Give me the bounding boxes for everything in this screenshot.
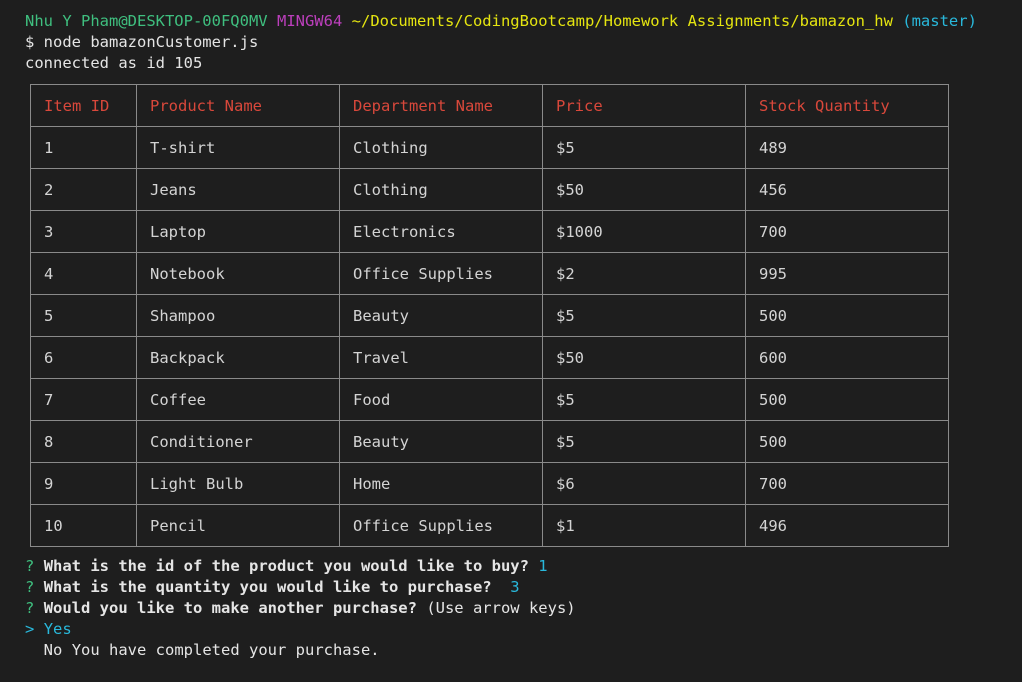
cell-stock-quantity: 500 (745, 294, 949, 337)
table-header-row: Item ID Product Name Department Name Pri… (30, 84, 949, 127)
answer-quantity: 3 (510, 578, 520, 596)
cell-price: $1 (542, 504, 746, 547)
question-mark: ? (25, 578, 35, 596)
question-text: Would you like to make another purchase? (43, 599, 417, 617)
table-row: 10 Pencil Office Supplies $1 496 (30, 504, 949, 547)
choice-yes-label[interactable]: Yes (44, 620, 72, 638)
cell-department-name: Food (339, 378, 543, 421)
table-row: 8 Conditioner Beauty $5 500 (30, 420, 949, 463)
cell-price: $5 (542, 378, 746, 421)
cell-product-name: T-shirt (136, 126, 340, 169)
cell-item-id: 9 (30, 462, 137, 505)
cell-item-id: 1 (30, 126, 137, 169)
shell-prompt: Nhu Y Pham@DESKTOP-00FQ0MV MINGW64 ~/Doc… (25, 11, 1012, 32)
table-row: 5 Shampoo Beauty $5 500 (30, 294, 949, 337)
table-row: 2 Jeans Clothing $50 456 (30, 168, 949, 211)
table-row: 4 Notebook Office Supplies $2 995 (30, 252, 949, 295)
terminal-output: Nhu Y Pham@DESKTOP-00FQ0MV MINGW64 ~/Doc… (25, 11, 1012, 661)
cell-product-name: Shampoo (136, 294, 340, 337)
cell-stock-quantity: 489 (745, 126, 949, 169)
cell-product-name: Laptop (136, 210, 340, 253)
prompt-branch: (master) (902, 12, 977, 30)
table-row: 6 Backpack Travel $50 600 (30, 336, 949, 379)
cell-department-name: Beauty (339, 420, 543, 463)
header-product-name: Product Name (136, 84, 340, 127)
cell-item-id: 3 (30, 210, 137, 253)
cell-price: $5 (542, 294, 746, 337)
cell-price: $5 (542, 420, 746, 463)
products-table: Item ID Product Name Department Name Pri… (30, 84, 949, 547)
cell-item-id: 5 (30, 294, 137, 337)
command-line: $ node bamazonCustomer.js (25, 33, 259, 51)
choice-pointer-icon: > (25, 620, 35, 638)
choice-no-label[interactable]: No (44, 641, 63, 659)
cell-stock-quantity: 456 (745, 168, 949, 211)
cell-stock-quantity: 700 (745, 462, 949, 505)
question-hint: (Use arrow keys) (426, 599, 576, 617)
cell-price: $2 (542, 252, 746, 295)
cell-item-id: 10 (30, 504, 137, 547)
cell-price: $5 (542, 126, 746, 169)
question-mark: ? (25, 599, 35, 617)
cell-department-name: Office Supplies (339, 252, 543, 295)
question-quantity: ? What is the quantity you would like to… (25, 577, 1012, 598)
cell-price: $6 (542, 462, 746, 505)
cell-stock-quantity: 600 (745, 336, 949, 379)
cell-stock-quantity: 700 (745, 210, 949, 253)
cell-department-name: Travel (339, 336, 543, 379)
cell-department-name: Office Supplies (339, 504, 543, 547)
header-department-name: Department Name (339, 84, 543, 127)
prompt-system: MINGW64 (276, 12, 343, 30)
completion-message: You have completed your purchase. (71, 641, 380, 659)
cell-item-id: 6 (30, 336, 137, 379)
cell-stock-quantity: 496 (745, 504, 949, 547)
prompt-user-host: Nhu Y Pham@DESKTOP-00FQ0MV (25, 12, 268, 30)
table-row: 1 T-shirt Clothing $5 489 (30, 126, 949, 169)
cell-product-name: Coffee (136, 378, 340, 421)
cell-product-name: Backpack (136, 336, 340, 379)
cell-item-id: 2 (30, 168, 137, 211)
cell-item-id: 4 (30, 252, 137, 295)
cell-price: $1000 (542, 210, 746, 253)
cell-item-id: 8 (30, 420, 137, 463)
cell-price: $50 (542, 168, 746, 211)
question-another-purchase: ? Would you like to make another purchas… (25, 598, 1012, 619)
choice-yes[interactable]: > Yes (25, 619, 1012, 640)
header-item-id: Item ID (30, 84, 137, 127)
question-mark: ? (25, 557, 35, 575)
cell-stock-quantity: 995 (745, 252, 949, 295)
answer-product-id: 1 (538, 557, 548, 575)
table-row: 3 Laptop Electronics $1000 700 (30, 210, 949, 253)
cell-price: $50 (542, 336, 746, 379)
cell-department-name: Clothing (339, 126, 543, 169)
prompt-path: ~/Documents/CodingBootcamp/Homework Assi… (351, 12, 893, 30)
cell-product-name: Pencil (136, 504, 340, 547)
header-stock-quantity: Stock Quantity (745, 84, 949, 127)
cell-stock-quantity: 500 (745, 420, 949, 463)
header-price: Price (542, 84, 746, 127)
cell-product-name: Conditioner (136, 420, 340, 463)
cell-product-name: Light Bulb (136, 462, 340, 505)
cell-product-name: Notebook (136, 252, 340, 295)
cell-item-id: 7 (30, 378, 137, 421)
table-row: 9 Light Bulb Home $6 700 (30, 462, 949, 505)
question-text: What is the quantity you would like to p… (43, 578, 492, 596)
question-product-id: ? What is the id of the product you woul… (25, 556, 1012, 577)
cell-product-name: Jeans (136, 168, 340, 211)
connection-status: connected as id 105 (25, 54, 203, 72)
cell-stock-quantity: 500 (745, 378, 949, 421)
cell-department-name: Clothing (339, 168, 543, 211)
cell-department-name: Electronics (339, 210, 543, 253)
cell-department-name: Beauty (339, 294, 543, 337)
question-text: What is the id of the product you would … (43, 557, 529, 575)
cell-department-name: Home (339, 462, 543, 505)
table-row: 7 Coffee Food $5 500 (30, 378, 949, 421)
choice-no-row: No You have completed your purchase. (25, 640, 1012, 661)
